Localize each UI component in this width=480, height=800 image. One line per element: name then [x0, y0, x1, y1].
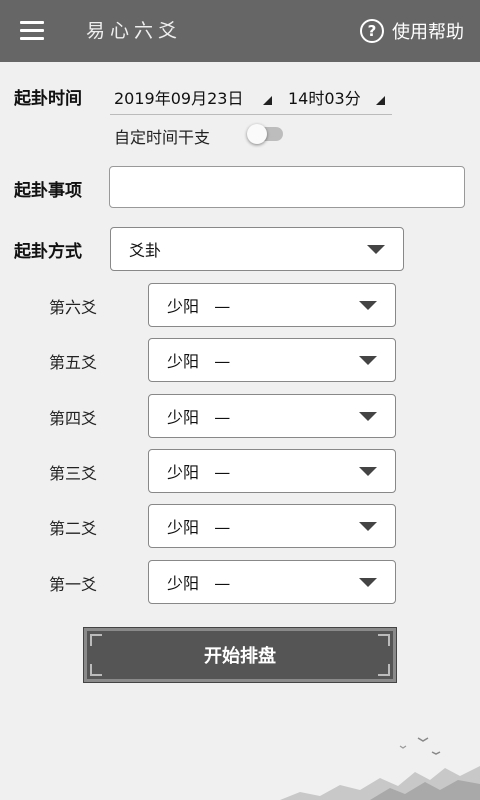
caret-down-icon	[359, 578, 377, 587]
yao-2-label: 第二爻	[49, 519, 98, 538]
help-label: 使用帮助	[392, 22, 464, 43]
yao-2-value: 少阳 —	[167, 518, 231, 537]
method-label: 起卦方式	[14, 242, 82, 262]
yao-4-select[interactable]: 少阳 —	[148, 394, 396, 438]
method-select[interactable]: 爻卦	[110, 227, 404, 271]
caret-down-icon	[359, 467, 377, 476]
app-title: 易心六爻	[86, 20, 183, 42]
time-picker[interactable]: 14时03分	[288, 85, 361, 109]
custom-ganzhi-toggle[interactable]	[247, 124, 283, 144]
app-bar: 易心六爻 ? 使用帮助	[0, 0, 480, 62]
yao-1-value: 少阳 —	[167, 574, 231, 593]
datetime-row: 2019年09月23日 14时03分	[110, 82, 392, 115]
subject-input[interactable]	[109, 166, 465, 208]
toggle-knob	[247, 124, 267, 144]
start-divination-button[interactable]: 开始排盘	[83, 627, 397, 683]
date-picker[interactable]: 2019年09月23日	[114, 85, 243, 109]
ornament-corner	[378, 664, 390, 676]
time-dropdown-icon	[376, 96, 385, 105]
subject-label: 起卦事项	[14, 181, 82, 201]
yao-5-value: 少阳 —	[167, 352, 231, 371]
menu-icon[interactable]	[20, 21, 44, 41]
custom-ganzhi-label: 自定时间干支	[114, 128, 211, 147]
yao-4-label: 第四爻	[49, 409, 98, 428]
caret-down-icon	[359, 301, 377, 310]
yao-1-select[interactable]: 少阳 —	[148, 560, 396, 604]
yao-5-select[interactable]: 少阳 —	[148, 338, 396, 382]
date-dropdown-icon	[263, 96, 272, 105]
yao-3-value: 少阳 —	[167, 463, 231, 482]
yao-3-label: 第三爻	[49, 464, 98, 483]
help-icon: ?	[360, 19, 384, 43]
yao-6-value: 少阳 —	[167, 297, 231, 316]
yao-6-select[interactable]: 少阳 —	[148, 283, 396, 327]
ornament-corner	[378, 634, 390, 646]
yao-1-label: 第一爻	[49, 575, 98, 594]
start-button-label: 开始排盘	[204, 646, 276, 667]
ornament-corner	[90, 664, 102, 676]
caret-down-icon	[367, 245, 385, 254]
yao-5-label: 第五爻	[49, 353, 98, 372]
caret-down-icon	[359, 356, 377, 365]
method-value: 爻卦	[129, 241, 162, 260]
caret-down-icon	[359, 412, 377, 421]
yao-2-select[interactable]: 少阳 —	[148, 504, 396, 548]
yao-3-select[interactable]: 少阳 —	[148, 449, 396, 493]
yao-6-label: 第六爻	[49, 298, 98, 317]
ornament-corner	[90, 634, 102, 646]
ink-landscape-decoration	[280, 737, 480, 800]
help-button[interactable]: ? 使用帮助	[360, 16, 464, 46]
yao-4-value: 少阳 —	[167, 408, 231, 427]
time-label: 起卦时间	[14, 89, 82, 109]
caret-down-icon	[359, 522, 377, 531]
